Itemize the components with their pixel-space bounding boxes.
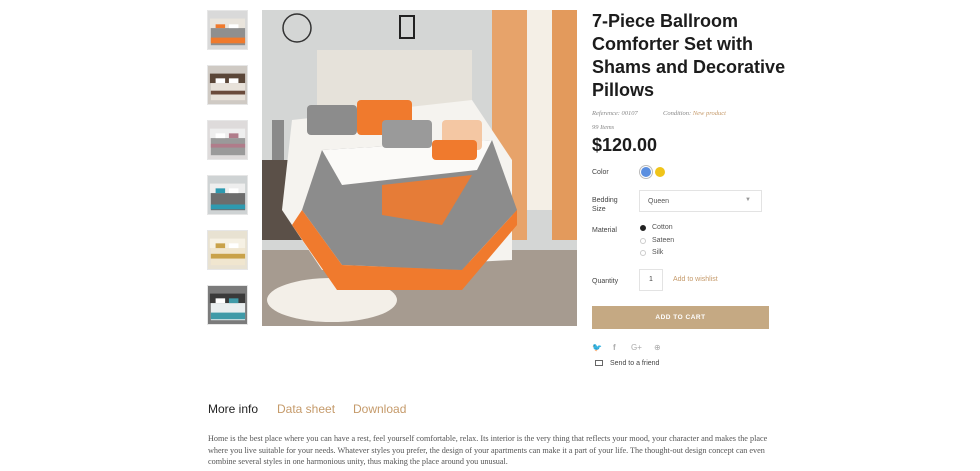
thumbnail-6[interactable] bbox=[207, 285, 248, 325]
bedding-size-label: Bedding Size bbox=[592, 196, 618, 214]
thumbnail-1[interactable] bbox=[207, 10, 248, 50]
product-description: Home is the best place where you can hav… bbox=[208, 434, 768, 467]
quantity-input[interactable]: 1 bbox=[639, 269, 663, 291]
color-swatch-yellow[interactable] bbox=[655, 167, 665, 177]
condition-info: Condition: New product bbox=[663, 110, 726, 117]
material-label: Material bbox=[592, 227, 617, 234]
material-option-sateen[interactable]: Sateen bbox=[640, 237, 720, 247]
tab-more-info[interactable]: More info bbox=[208, 402, 258, 416]
reference-value: 00107 bbox=[621, 110, 638, 117]
reference-info: Reference: 00107 bbox=[592, 110, 638, 117]
bedding-size-value: Queen bbox=[648, 198, 670, 205]
pinterest-icon[interactable]: ⊕ bbox=[654, 343, 661, 352]
items-count: 99 Items bbox=[592, 124, 615, 131]
chevron-down-icon: ▼ bbox=[745, 197, 751, 203]
bedding-size-label-line2: Size bbox=[592, 206, 606, 213]
radio-unchecked-icon bbox=[640, 250, 646, 256]
color-label: Color bbox=[592, 169, 609, 176]
product-price: $120.00 bbox=[592, 135, 658, 155]
bedding-size-label-line1: Bedding bbox=[592, 197, 618, 204]
add-to-cart-button[interactable]: ADD TO CART bbox=[592, 306, 769, 329]
tab-data-sheet[interactable]: Data sheet bbox=[277, 402, 335, 416]
google-plus-icon[interactable]: G+ bbox=[631, 343, 642, 352]
material-option-silk[interactable]: Silk bbox=[640, 249, 720, 259]
send-to-friend-label: Send to a friend bbox=[610, 360, 660, 367]
condition-label: Condition: bbox=[663, 110, 692, 117]
envelope-icon bbox=[595, 360, 603, 366]
thumbnail-5[interactable] bbox=[207, 230, 248, 270]
tab-download[interactable]: Download bbox=[353, 402, 406, 416]
material-option-cotton[interactable]: Cotton bbox=[640, 224, 720, 234]
product-title: 7-Piece Ballroom Comforter Set with Sham… bbox=[592, 11, 786, 100]
radio-unchecked-icon bbox=[640, 238, 646, 244]
product-main-image[interactable] bbox=[262, 10, 577, 326]
reference-label: Reference: bbox=[592, 110, 620, 117]
condition-value: New product bbox=[692, 110, 726, 117]
material-option-label: Cotton bbox=[652, 224, 673, 231]
material-option-label: Silk bbox=[652, 249, 664, 256]
thumbnail-4[interactable] bbox=[207, 175, 248, 215]
twitter-icon[interactable]: 🐦 bbox=[592, 343, 602, 352]
thumbnail-3[interactable] bbox=[207, 120, 248, 160]
add-to-wishlist-link[interactable]: Add to wishlist bbox=[673, 276, 718, 283]
bedding-size-select[interactable]: Queen ▼ bbox=[639, 190, 762, 212]
color-swatch-blue[interactable] bbox=[641, 167, 651, 177]
radio-checked-icon bbox=[640, 225, 646, 231]
send-to-friend-link[interactable]: Send to a friend bbox=[595, 360, 659, 367]
quantity-label: Quantity bbox=[592, 278, 619, 285]
material-option-label: Sateen bbox=[652, 237, 675, 244]
facebook-icon[interactable]: f bbox=[613, 343, 616, 352]
thumbnail-2[interactable] bbox=[207, 65, 248, 105]
